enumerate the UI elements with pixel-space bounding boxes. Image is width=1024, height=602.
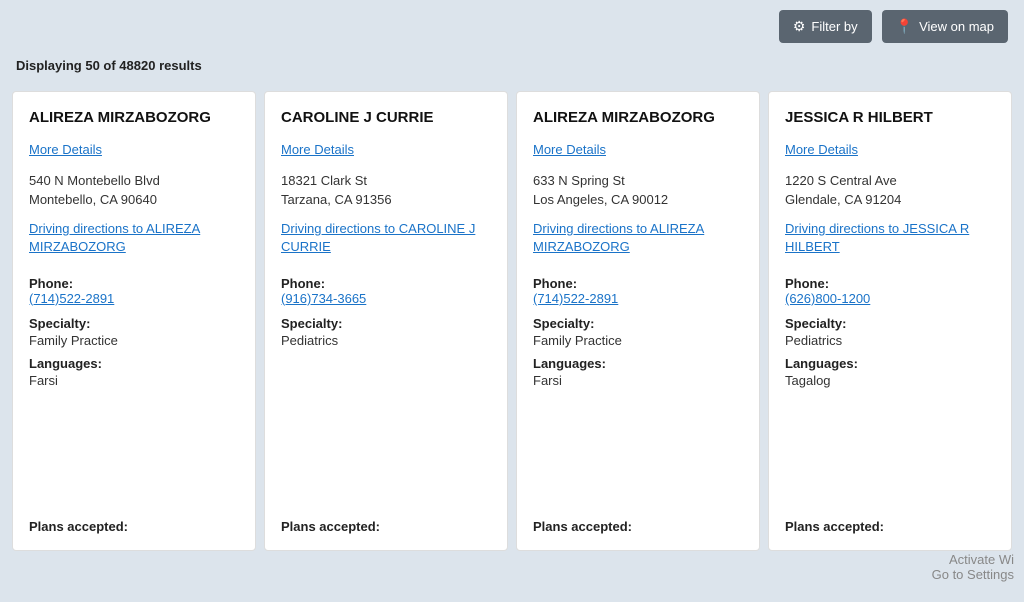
more-details-link[interactable]: More Details: [785, 142, 995, 157]
provider-card-2: CAROLINE J CURRIE More Details 18321 Cla…: [264, 91, 508, 551]
driving-directions-link[interactable]: Driving directions to JESSICA R HILBERT: [785, 220, 995, 256]
specialty-value: Family Practice: [533, 333, 743, 348]
view-on-map-button[interactable]: 📍 View on map: [882, 10, 1008, 43]
provider-name: ALIREZA MIRZABOZORG: [29, 108, 239, 128]
phone-label: Phone:: [29, 276, 239, 291]
filter-icon: ⚙: [793, 18, 806, 35]
address-line1: 633 N Spring St: [533, 171, 743, 191]
plans-accepted-label: Plans accepted:: [29, 503, 239, 534]
phone-label: Phone:: [533, 276, 743, 291]
specialty-label: Specialty:: [785, 316, 995, 331]
plans-accepted-label: Plans accepted:: [281, 503, 491, 534]
plans-accepted-label: Plans accepted:: [785, 503, 995, 534]
address-line2: Montebello, CA 90640: [29, 190, 239, 210]
map-btn-label: View on map: [919, 19, 994, 34]
driving-directions-link[interactable]: Driving directions to ALIREZA MIRZABOZOR…: [29, 220, 239, 256]
plans-accepted-label: Plans accepted:: [533, 503, 743, 534]
watermark: Activate Wi Go to Settings: [932, 552, 1014, 582]
specialty-value: Pediatrics: [785, 333, 995, 348]
top-bar: ⚙ Filter by 📍 View on map: [0, 0, 1024, 53]
more-details-link[interactable]: More Details: [29, 142, 239, 157]
phone-label: Phone:: [785, 276, 995, 291]
results-count: Displaying 50 of 48820 results: [16, 58, 202, 73]
languages-label: Languages:: [29, 356, 239, 371]
phone-label: Phone:: [281, 276, 491, 291]
specialty-label: Specialty:: [533, 316, 743, 331]
address-line2: Glendale, CA 91204: [785, 190, 995, 210]
specialty-label: Specialty:: [281, 316, 491, 331]
phone-link[interactable]: (626)800-1200: [785, 291, 995, 306]
address: 540 N Montebello Blvd Montebello, CA 906…: [29, 171, 239, 210]
languages-value: Farsi: [533, 373, 743, 388]
address: 18321 Clark St Tarzana, CA 91356: [281, 171, 491, 210]
address: 633 N Spring St Los Angeles, CA 90012: [533, 171, 743, 210]
filter-btn-label: Filter by: [811, 19, 857, 34]
provider-name: JESSICA R HILBERT: [785, 108, 995, 128]
phone-link[interactable]: (916)734-3665: [281, 291, 491, 306]
languages-label: Languages:: [785, 356, 995, 371]
provider-card-4: JESSICA R HILBERT More Details 1220 S Ce…: [768, 91, 1012, 551]
phone-link[interactable]: (714)522-2891: [533, 291, 743, 306]
phone-link[interactable]: (714)522-2891: [29, 291, 239, 306]
provider-card-3: ALIREZA MIRZABOZORG More Details 633 N S…: [516, 91, 760, 551]
map-pin-icon: 📍: [896, 18, 913, 35]
address-line1: 18321 Clark St: [281, 171, 491, 191]
more-details-link[interactable]: More Details: [281, 142, 491, 157]
specialty-label: Specialty:: [29, 316, 239, 331]
provider-name: CAROLINE J CURRIE: [281, 108, 491, 128]
provider-name: ALIREZA MIRZABOZORG: [533, 108, 743, 128]
watermark-line1: Activate Wi: [932, 552, 1014, 567]
specialty-value: Family Practice: [29, 333, 239, 348]
address-line1: 1220 S Central Ave: [785, 171, 995, 191]
address-line2: Tarzana, CA 91356: [281, 190, 491, 210]
results-bar: Displaying 50 of 48820 results: [0, 53, 1024, 83]
filter-button[interactable]: ⚙ Filter by: [779, 10, 872, 43]
address-line1: 540 N Montebello Blvd: [29, 171, 239, 191]
specialty-value: Pediatrics: [281, 333, 491, 348]
address: 1220 S Central Ave Glendale, CA 91204: [785, 171, 995, 210]
provider-card-1: ALIREZA MIRZABOZORG More Details 540 N M…: [12, 91, 256, 551]
driving-directions-link[interactable]: Driving directions to CAROLINE J CURRIE: [281, 220, 491, 256]
cards-container: ALIREZA MIRZABOZORG More Details 540 N M…: [0, 83, 1024, 551]
languages-value: Tagalog: [785, 373, 995, 388]
languages-value: Farsi: [29, 373, 239, 388]
address-line2: Los Angeles, CA 90012: [533, 190, 743, 210]
driving-directions-link[interactable]: Driving directions to ALIREZA MIRZABOZOR…: [533, 220, 743, 256]
more-details-link[interactable]: More Details: [533, 142, 743, 157]
languages-label: Languages:: [533, 356, 743, 371]
watermark-line2: Go to Settings: [932, 567, 1014, 582]
